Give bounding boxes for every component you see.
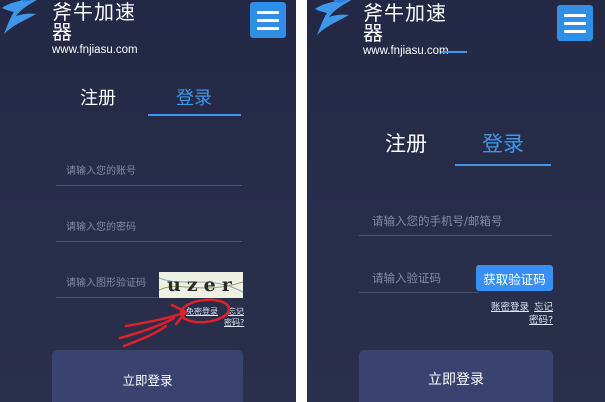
phone-email-field[interactable] xyxy=(359,206,552,236)
fn-bird-logo-icon xyxy=(315,0,352,35)
phone-email-input[interactable] xyxy=(359,206,552,235)
captcha-image[interactable]: uzer xyxy=(159,272,243,298)
login-screen-captcha: 斧牛加速器 www.fnjiasu.com 注册 登录 uzer 免密登录 忘记… xyxy=(0,0,296,402)
login-screen-sms: 斧牛加速器 www.fnjiasu.com 注册 登录 获取验证码 账密登录 忘… xyxy=(307,0,605,402)
tab-register[interactable]: 注册 xyxy=(68,84,128,110)
brand-url: www.fnjiasu.com xyxy=(363,45,449,57)
password-field[interactable] xyxy=(56,214,242,242)
brand-title: 斧牛加速器 xyxy=(363,1,447,45)
tab-login-underline xyxy=(148,114,241,116)
forgot-password-link-line2[interactable]: 密码? xyxy=(224,317,244,328)
login-button[interactable]: 立即登录 xyxy=(359,350,553,402)
password-input[interactable] xyxy=(56,214,242,241)
login-button[interactable]: 立即登录 xyxy=(52,350,243,402)
brand-logo[interactable]: 斧牛加速器 www.fnjiasu.com xyxy=(313,0,449,57)
header-indicator xyxy=(441,51,467,53)
tab-login-underline xyxy=(455,164,551,166)
forgot-password-link-line1[interactable]: 忘记 xyxy=(228,306,244,317)
hamburger-menu-icon[interactable] xyxy=(557,5,593,41)
account-input[interactable] xyxy=(56,158,242,185)
brand-url: www.fnjiasu.com xyxy=(52,44,138,56)
verification-code-field[interactable] xyxy=(359,263,479,293)
passwordless-login-link[interactable]: 免密登录 xyxy=(186,306,218,317)
password-login-link[interactable]: 账密登录 xyxy=(491,299,529,313)
brand-logo[interactable]: 斧牛加速器 www.fnjiasu.com xyxy=(0,0,138,56)
tab-login[interactable]: 登录 xyxy=(471,128,535,158)
brand-title: 斧牛加速器 xyxy=(52,0,136,44)
forgot-password-link-line1[interactable]: 忘记 xyxy=(534,299,553,313)
forgot-password-link-line2[interactable]: 密码? xyxy=(529,312,553,326)
verification-code-input[interactable] xyxy=(359,263,479,292)
captcha-text: uzer xyxy=(167,274,238,296)
tab-register[interactable]: 注册 xyxy=(375,128,437,158)
captcha-field[interactable] xyxy=(56,270,158,298)
tab-login[interactable]: 登录 xyxy=(163,84,225,110)
fn-bird-logo-icon xyxy=(2,0,37,34)
red-annotation-arrow-icon xyxy=(118,298,231,348)
captcha-input[interactable] xyxy=(56,270,158,297)
account-field[interactable] xyxy=(56,158,242,186)
get-code-button[interactable]: 获取验证码 xyxy=(476,265,553,291)
hamburger-menu-icon[interactable] xyxy=(250,2,286,38)
